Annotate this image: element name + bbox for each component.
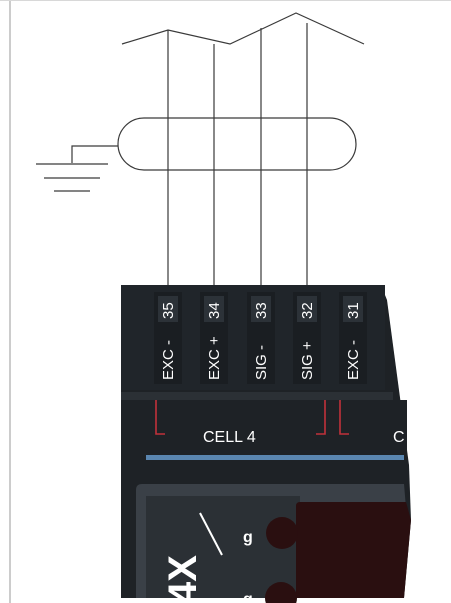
- terminal-label: EXC +: [206, 336, 223, 380]
- ground-icon: [36, 163, 108, 192]
- terminal-35: 35 EXC -: [154, 292, 182, 384]
- terminal-34: 34 EXC +: [200, 292, 228, 384]
- accent-line: [146, 455, 404, 460]
- indicator-label: g: [243, 529, 253, 546]
- terminal-label: SIG +: [299, 341, 316, 380]
- shield-drain-wire: [71, 145, 118, 163]
- cable-shield-icon: [117, 117, 357, 171]
- terminal-label: EXC -: [160, 340, 177, 380]
- display-window: [296, 502, 411, 598]
- terminal-number: 32: [299, 302, 316, 319]
- terminal-label: EXC -: [345, 340, 362, 380]
- cell-label: CELL 4: [203, 429, 256, 446]
- terminal-number: 35: [160, 302, 177, 319]
- wiring-diagram: 35 EXC - 34 EXC + 33 SIG - 32 SIG + 31 EXC - CELL…: [0, 0, 451, 603]
- terminal-number: 33: [253, 302, 270, 319]
- next-cell-label-cut: C: [393, 429, 405, 446]
- cable-break-line: [121, 12, 365, 45]
- terminal-33: 33 SIG -: [247, 292, 275, 384]
- brand-logo-icon: 4X: [161, 555, 205, 603]
- indicator-label-lower: g: [243, 591, 253, 603]
- indicator-led: [266, 517, 298, 549]
- wires: [167, 23, 308, 285]
- terminal-label: SIG -: [253, 345, 270, 380]
- logo-text: 4X: [161, 555, 205, 603]
- terminal-31: 31 EXC -: [339, 292, 367, 384]
- module-band: [121, 392, 393, 400]
- terminal-number: 31: [345, 302, 362, 319]
- terminal-number: 34: [206, 302, 223, 319]
- terminal-32: 32 SIG +: [293, 292, 321, 384]
